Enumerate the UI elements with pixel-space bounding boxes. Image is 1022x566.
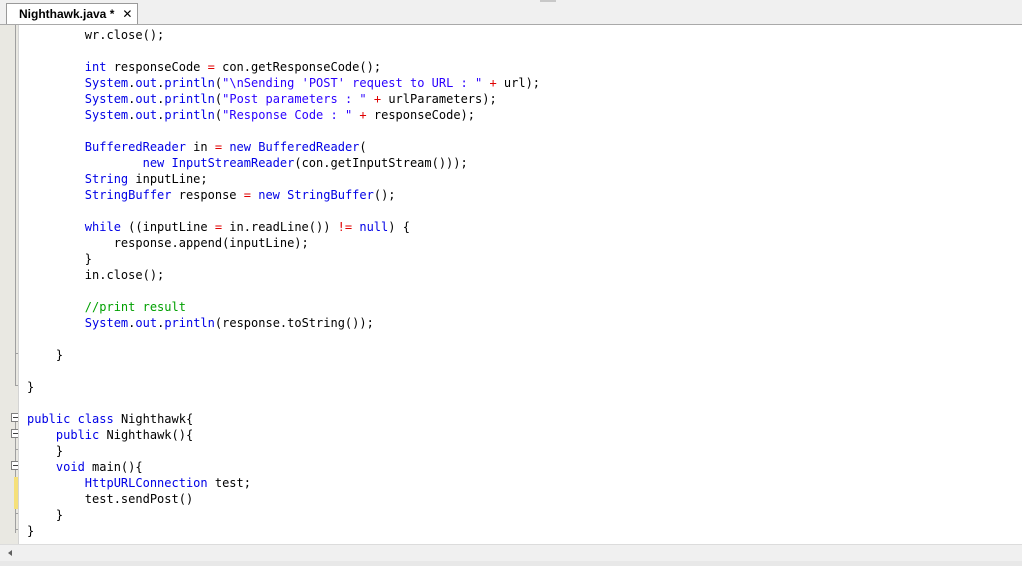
status-bar bbox=[0, 561, 1022, 566]
horizontal-scrollbar[interactable] bbox=[0, 544, 1022, 561]
code-line[interactable]: test.sendPost() bbox=[27, 491, 193, 507]
editor-gutter bbox=[0, 25, 20, 544]
tab-label: Nighthawk.java * bbox=[19, 7, 115, 21]
code-line[interactable]: response.append(inputLine); bbox=[27, 235, 309, 251]
code-editor[interactable]: wr.close(); int responseCode = con.getRe… bbox=[18, 25, 1022, 544]
code-line[interactable]: public Nighthawk(){ bbox=[27, 427, 193, 443]
code-line[interactable]: int responseCode = con.getResponseCode()… bbox=[27, 59, 381, 75]
code-line[interactable]: while ((inputLine = in.readLine()) != nu… bbox=[27, 219, 410, 235]
code-line[interactable]: void main(){ bbox=[27, 459, 143, 475]
code-line[interactable]: public class Nighthawk{ bbox=[27, 411, 193, 427]
code-line[interactable]: String inputLine; bbox=[27, 171, 208, 187]
close-icon[interactable]: ✕ bbox=[122, 8, 132, 20]
code-line[interactable]: wr.close(); bbox=[27, 27, 164, 43]
code-line[interactable]: //print result bbox=[27, 299, 186, 315]
tab-bar: Nighthawk.java * ✕ bbox=[0, 0, 1022, 25]
code-line[interactable]: System.out.println("\nSending 'POST' req… bbox=[27, 75, 540, 91]
tab-bar-notch bbox=[540, 0, 556, 2]
code-line[interactable]: } bbox=[27, 443, 63, 459]
fold-guide bbox=[15, 361, 16, 385]
code-line[interactable]: System.out.println("Response Code : " + … bbox=[27, 107, 475, 123]
code-line[interactable]: } bbox=[27, 523, 34, 539]
fold-guide bbox=[15, 25, 16, 361]
code-line[interactable]: HttpURLConnection test; bbox=[27, 475, 251, 491]
code-line[interactable]: new InputStreamReader(con.getInputStream… bbox=[27, 155, 468, 171]
code-line[interactable]: } bbox=[27, 251, 92, 267]
code-line[interactable]: } bbox=[27, 379, 34, 395]
code-line[interactable]: StringBuffer response = new StringBuffer… bbox=[27, 187, 396, 203]
code-line[interactable]: in.close(); bbox=[27, 267, 164, 283]
code-line[interactable]: BufferedReader in = new BufferedReader( bbox=[27, 139, 367, 155]
code-line[interactable]: System.out.println("Post parameters : " … bbox=[27, 91, 497, 107]
code-line[interactable]: } bbox=[27, 347, 63, 363]
editor-window: Nighthawk.java * ✕ wr.close(); int respo… bbox=[0, 0, 1022, 566]
tab-nighthawk-java[interactable]: Nighthawk.java * ✕ bbox=[6, 3, 138, 24]
code-line[interactable]: } bbox=[27, 507, 63, 523]
code-line[interactable]: System.out.println(response.toString()); bbox=[27, 315, 374, 331]
scroll-left-icon[interactable] bbox=[8, 550, 12, 556]
